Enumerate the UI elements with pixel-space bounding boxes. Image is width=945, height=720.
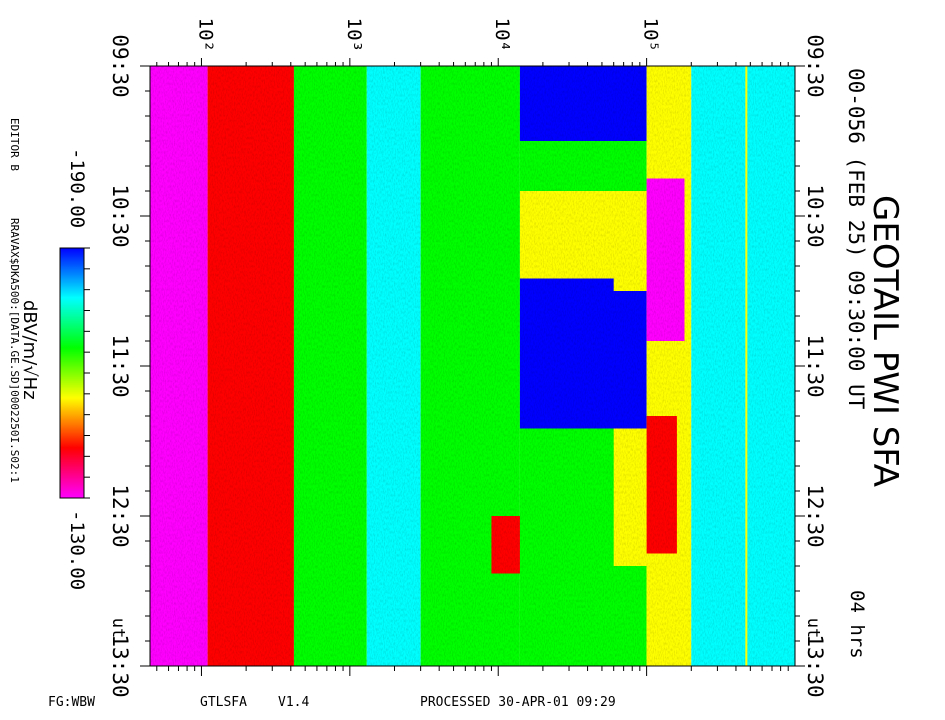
y-tick-label-right-0: 09:30: [803, 34, 827, 97]
y-tick-label-left-1: 10:30: [108, 184, 132, 247]
colorbar: [59, 247, 85, 499]
chart-title: GEOTAIL PWI SFA: [865, 195, 905, 487]
y-tick-label-right-4: 13:30: [803, 634, 827, 697]
spectrogram-figure: 10² 10³ 10⁴ 10⁵ 09:30 09:30 10:30 10:30 11:30 11…: [59, 18, 827, 698]
colorbar-min-label: -190.00: [66, 148, 88, 229]
footer-version: V1.4: [278, 695, 310, 710]
file-path-note: RRAVAX$DKA500:[DATA.GE.SD]0002250I.S02:1: [8, 218, 21, 483]
y-tick-label-right-3: 12:30: [803, 484, 827, 547]
footer-processed: PROCESSED 30-APR-01 09:29: [420, 695, 616, 710]
colorbar-max-label: -130.00: [66, 510, 88, 591]
colorbar-label: dBV/m/√Hz: [19, 300, 40, 400]
spectrogram-texture: [150, 66, 795, 666]
y-unit-label-right: ut: [803, 618, 823, 638]
time-span-label: 04 hrs: [846, 590, 868, 659]
chart-subtitle: 00-056 (FEB 25) 09:30:00 UT: [844, 68, 868, 410]
x-tick-label-3: 10⁵: [640, 18, 662, 52]
footer-program: GTLSFA: [200, 695, 247, 710]
y-tick-label-right-1: 10:30: [803, 184, 827, 247]
y-tick-label-left-3: 12:30: [108, 484, 132, 547]
colorbar-ticks: [84, 247, 90, 499]
footer-left: FG:WBW: [48, 695, 95, 710]
x-tick-label-1: 10³: [343, 18, 365, 52]
y-tick-label-left-4: 13:30: [108, 634, 132, 697]
y-unit-label-left: ut: [108, 618, 128, 638]
y-tick-label-left-2: 11:30: [108, 334, 132, 397]
y-tick-label-left-0: 09:30: [108, 34, 132, 97]
x-tick-label-2: 10⁴: [491, 18, 513, 52]
x-tick-label-0: 10²: [194, 18, 216, 52]
y-tick-label-right-2: 11:30: [803, 334, 827, 397]
editor-note: EDITOR B: [8, 118, 21, 171]
